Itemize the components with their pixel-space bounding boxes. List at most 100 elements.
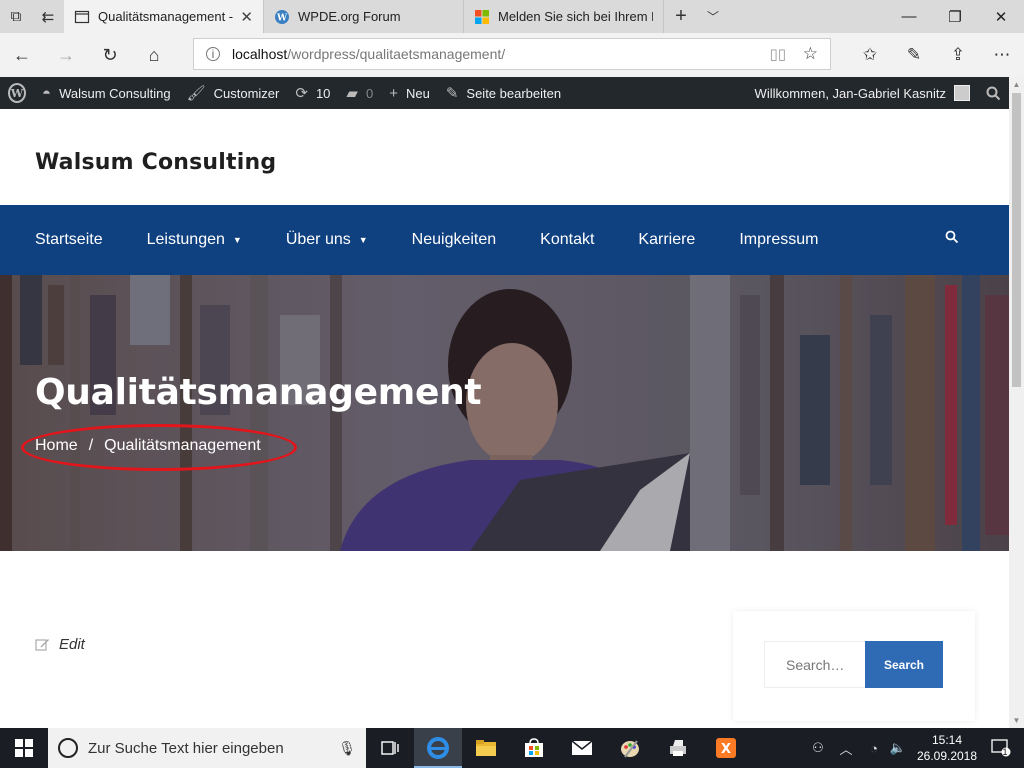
updates-count: 10 bbox=[315, 85, 331, 101]
tab-preview-chevron-icon[interactable]: ﹀ bbox=[698, 0, 728, 33]
back-icon[interactable]: ← bbox=[0, 33, 44, 77]
task-view-icon[interactable] bbox=[366, 728, 414, 768]
window-controls: — ❐ ✕ bbox=[886, 0, 1024, 33]
browser-tab-1[interactable]: Qualitätsmanagement - ✕ bbox=[64, 0, 264, 33]
updates-icon: ⟳ bbox=[295, 85, 308, 102]
system-tray: ⚇ ︿ ◔ 🔈 15:14 26.09.2018 1 bbox=[806, 728, 1024, 768]
clock[interactable]: 15:14 26.09.2018 bbox=[910, 732, 984, 764]
people-icon[interactable]: ⚇ bbox=[806, 740, 830, 756]
pencil-icon: ✎ bbox=[445, 85, 459, 102]
more-menu-icon[interactable]: ⋯ bbox=[980, 33, 1024, 77]
caret-down-icon: ▼ bbox=[358, 235, 368, 245]
scroll-up-icon[interactable]: ▲ bbox=[1009, 80, 1024, 89]
web-note-icon[interactable]: ✎ bbox=[892, 33, 936, 77]
home-icon[interactable]: ⌂ bbox=[132, 33, 176, 77]
new-tab-icon[interactable]: + bbox=[664, 0, 698, 33]
page-title: Qualitätsmanagement bbox=[35, 372, 482, 413]
minimize-icon[interactable]: — bbox=[886, 0, 932, 33]
reading-view-icon[interactable]: ▯▯ bbox=[769, 45, 786, 63]
admin-edit-page[interactable]: ✎ Seite bearbeiten bbox=[438, 77, 569, 109]
action-center-icon[interactable]: 1 bbox=[984, 739, 1024, 757]
nav-label: Karriere bbox=[638, 231, 696, 248]
nav-item-karriere[interactable]: Karriere bbox=[638, 231, 695, 249]
search-widget: Search… Search bbox=[733, 611, 975, 721]
new-label: Neu bbox=[405, 85, 430, 101]
set-tabs-aside-icon[interactable]: ⇇ bbox=[32, 0, 64, 33]
site-header: Walsum Consulting bbox=[0, 109, 1009, 205]
nav-label: Neuigkeiten bbox=[411, 231, 497, 248]
network-icon[interactable]: ◔ bbox=[862, 741, 886, 756]
edit-link[interactable]: Edit bbox=[35, 636, 85, 653]
nav-item-neuigkeiten[interactable]: Neuigkeiten bbox=[412, 231, 497, 249]
refresh-icon[interactable]: ↻ bbox=[88, 33, 132, 77]
nav-item-startseite[interactable]: Startseite bbox=[35, 231, 103, 249]
close-window-icon[interactable]: ✕ bbox=[978, 0, 1024, 33]
nav-item-kontakt[interactable]: Kontakt bbox=[540, 231, 594, 249]
microphone-icon[interactable]: 🎙 bbox=[338, 740, 356, 757]
wp-logo-menu[interactable]: W bbox=[0, 77, 34, 109]
address-bar[interactable]: i localhost/wordpress/qualitaetsmanageme… bbox=[193, 38, 831, 70]
dashboard-icon: ◓ bbox=[42, 84, 52, 102]
search-input[interactable]: Search… bbox=[764, 641, 866, 688]
site-info-icon[interactable]: i bbox=[206, 47, 220, 61]
page-hero: Qualitätsmanagement Home / Qualitätsmana… bbox=[0, 275, 1009, 551]
browser-toolbar: ← → ↻ ⌂ i localhost/wordpress/qualitaets… bbox=[0, 33, 1024, 77]
mail-icon[interactable] bbox=[558, 728, 606, 768]
store-icon[interactable] bbox=[510, 728, 558, 768]
show-hidden-icons-icon[interactable]: ︿ bbox=[830, 739, 862, 758]
volume-icon[interactable]: 🔈 bbox=[886, 740, 910, 756]
edge-browser-icon[interactable] bbox=[414, 728, 462, 768]
windows-start-icon[interactable] bbox=[0, 728, 48, 768]
taskbar-search-placeholder: Zur Suche Text hier eingeben bbox=[88, 739, 284, 757]
nav-label: Impressum bbox=[739, 231, 819, 248]
file-explorer-icon[interactable] bbox=[462, 728, 510, 768]
admin-comments[interactable]: ▰ 0 bbox=[338, 77, 381, 109]
page-scrollbar[interactable]: ▲ ▼ bbox=[1009, 77, 1024, 728]
site-title[interactable]: Walsum Consulting bbox=[35, 150, 276, 175]
tab-overview-icon[interactable]: ⧉ bbox=[0, 0, 32, 33]
scrollbar-thumb[interactable] bbox=[1012, 93, 1021, 387]
admin-account[interactable]: Willkommen, Jan-Gabriel Kasnitz bbox=[747, 77, 978, 109]
printer-icon[interactable] bbox=[654, 728, 702, 768]
tab-title: WPDE.org Forum bbox=[298, 9, 401, 24]
restore-icon[interactable]: ❐ bbox=[932, 0, 978, 33]
favorites-hub-icon[interactable]: ✩ bbox=[848, 33, 892, 77]
search-button[interactable]: Search bbox=[865, 641, 943, 688]
comment-icon: ▰ bbox=[346, 85, 358, 102]
welcome-text: Willkommen, Jan-Gabriel Kasnitz bbox=[754, 85, 946, 101]
edit-label: Edit bbox=[59, 636, 85, 653]
share-icon[interactable]: ⇪ bbox=[936, 33, 980, 77]
admin-new[interactable]: + Neu bbox=[381, 77, 438, 109]
wp-admin-bar: W ◓ Walsum Consulting 🖌 Customizer ⟳ 10 … bbox=[0, 77, 1009, 109]
clock-time: 15:14 bbox=[931, 733, 963, 747]
favorite-star-icon[interactable]: ☆ bbox=[803, 44, 818, 64]
admin-customizer[interactable]: 🖌 Customizer bbox=[179, 77, 288, 109]
nav-search-icon[interactable] bbox=[945, 230, 959, 244]
plus-icon: + bbox=[389, 84, 398, 102]
nav-item-leistungen[interactable]: Leistungen ▼ bbox=[147, 231, 242, 249]
page-icon bbox=[74, 10, 90, 23]
nav-label: Startseite bbox=[35, 231, 103, 248]
scroll-down-icon[interactable]: ▼ bbox=[1009, 716, 1024, 725]
browser-tab-strip: ⧉ ⇇ Qualitätsmanagement - ✕ W WPDE.org F… bbox=[0, 0, 1024, 33]
microsoft-icon bbox=[475, 9, 489, 24]
svg-text:X: X bbox=[721, 742, 731, 757]
forward-icon[interactable]: → bbox=[44, 33, 88, 77]
browser-tab-3[interactable]: Melden Sie sich bei Ihrem M bbox=[464, 0, 664, 33]
nav-item-ueber-uns[interactable]: Über uns ▼ bbox=[286, 231, 368, 249]
comments-count: 0 bbox=[365, 85, 374, 101]
url-host: localhost bbox=[232, 46, 288, 62]
nav-item-impressum[interactable]: Impressum bbox=[739, 231, 818, 249]
browser-tab-2[interactable]: W WPDE.org Forum bbox=[264, 0, 464, 33]
nav-label: Kontakt bbox=[540, 231, 595, 248]
svg-text:W: W bbox=[276, 13, 288, 23]
close-tab-icon[interactable]: ✕ bbox=[240, 8, 253, 26]
admin-search-icon[interactable] bbox=[978, 77, 1009, 109]
xampp-icon[interactable]: X bbox=[702, 728, 750, 768]
paint-icon[interactable] bbox=[606, 728, 654, 768]
nav-label: Leistungen bbox=[146, 231, 225, 248]
taskbar-search[interactable]: Zur Suche Text hier eingeben 🎙 bbox=[48, 728, 366, 768]
admin-updates[interactable]: ⟳ 10 bbox=[287, 77, 338, 109]
annotation-ellipse bbox=[21, 424, 297, 471]
admin-site-name[interactable]: ◓ Walsum Consulting bbox=[34, 77, 179, 109]
